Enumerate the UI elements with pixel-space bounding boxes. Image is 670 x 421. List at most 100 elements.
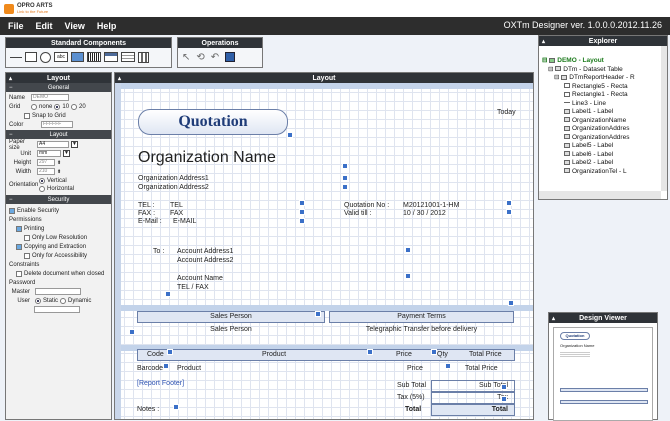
collapse-icon[interactable]: ▴	[118, 75, 121, 82]
menu-file[interactable]: File	[0, 21, 30, 31]
barcode-icon[interactable]	[87, 52, 101, 62]
fax-value: FAX	[170, 210, 184, 217]
resize-handle[interactable]	[508, 300, 514, 306]
resize-handle[interactable]	[431, 349, 437, 355]
name-input[interactable]: DEMO	[31, 94, 69, 101]
resize-handle[interactable]	[405, 273, 411, 279]
resize-handle[interactable]	[501, 384, 507, 390]
chevron-down-icon[interactable]: ▼	[63, 150, 70, 157]
tree-item[interactable]: Line3 - Line	[542, 100, 664, 109]
resize-handle[interactable]	[342, 184, 348, 190]
tree-item[interactable]: OrganizationAddres	[542, 125, 664, 134]
line-icon[interactable]	[10, 56, 22, 58]
resize-handle[interactable]	[299, 200, 305, 206]
resize-handle[interactable]	[342, 163, 348, 169]
accessibility-checkbox[interactable]	[24, 252, 30, 259]
tree-item[interactable]: ⊟ DEMO - Layout	[542, 57, 664, 66]
explorer-hscrollbar[interactable]	[539, 191, 661, 199]
snap-checkbox[interactable]	[24, 112, 30, 119]
resize-handle[interactable]	[342, 175, 348, 181]
height-input[interactable]: 297	[37, 159, 55, 166]
low-res-checkbox[interactable]	[24, 234, 30, 241]
resize-handle[interactable]	[287, 132, 293, 138]
resize-handle[interactable]	[506, 209, 512, 215]
grid-none-radio[interactable]	[31, 103, 37, 110]
resize-handle[interactable]	[167, 349, 173, 355]
image-icon[interactable]	[71, 52, 84, 62]
undo-icon[interactable]: ↶	[211, 52, 219, 63]
height-row: Height 297 ⬍	[6, 158, 111, 167]
menu-help[interactable]: Help	[91, 21, 123, 31]
unit-select[interactable]: mm	[37, 150, 61, 157]
resize-handle[interactable]	[299, 218, 305, 224]
spinner-icon[interactable]: ⬍	[57, 160, 61, 166]
section-layout[interactable]: − Layout	[6, 130, 111, 139]
pointer-icon[interactable]: ↖	[182, 52, 190, 63]
tree-item[interactable]: Label1 - Label	[542, 108, 664, 117]
ellipse-icon[interactable]	[40, 51, 51, 63]
copying-checkbox[interactable]	[16, 243, 22, 250]
user-password-input[interactable]	[34, 306, 80, 313]
delete-checkbox[interactable]	[16, 270, 22, 277]
menu-edit[interactable]: Edit	[30, 21, 59, 31]
grid-10-radio[interactable]	[54, 103, 61, 110]
quotation-title-box[interactable]: Quotation	[138, 109, 288, 135]
label-icon[interactable]: abc	[54, 52, 68, 62]
paper-size-select[interactable]: A4	[37, 141, 69, 148]
collapse-icon[interactable]: ▴	[542, 38, 545, 45]
tree-item[interactable]: ⊟ DTm - Dataset Table	[542, 66, 664, 75]
tree-item[interactable]: Label5 - Label	[542, 142, 664, 151]
tree-item[interactable]: OrganizationName	[542, 117, 664, 126]
tree-item[interactable]: ⊟ DTmReportHeader - R	[542, 74, 664, 83]
resize-handle[interactable]	[129, 329, 135, 335]
resize-handle[interactable]	[367, 349, 373, 355]
resize-handle[interactable]	[445, 363, 451, 369]
explorer-scrollbar[interactable]	[661, 46, 667, 191]
collapse-icon[interactable]: ▴	[9, 75, 12, 82]
col-code: Code	[147, 351, 164, 358]
design-canvas[interactable]: Quotation Today Organization Name Organi…	[115, 83, 533, 419]
resize-handle[interactable]	[163, 363, 169, 369]
report-header-band[interactable]	[121, 83, 533, 89]
section-security[interactable]: − Security	[6, 195, 111, 204]
width-input[interactable]: 210	[37, 168, 55, 175]
static-radio[interactable]	[35, 297, 41, 304]
horizontal-radio[interactable]	[39, 186, 45, 192]
sales-person-value: Sales Person	[210, 326, 252, 333]
tree-item[interactable]: OrganizationTel - L	[542, 168, 664, 177]
resize-handle[interactable]	[501, 396, 507, 402]
vertical-radio[interactable]	[39, 178, 45, 184]
chevron-down-icon[interactable]: ▼	[71, 141, 78, 148]
tree-item[interactable]: Label2 - Label	[542, 159, 664, 168]
tree-item[interactable]: OrganizationAddres	[542, 134, 664, 143]
design-thumbnail[interactable]: Quotation Organization Name	[553, 327, 653, 421]
enable-security-row: Enable Security	[6, 206, 111, 215]
chart-icon[interactable]	[138, 51, 149, 63]
dynamic-radio[interactable]	[60, 297, 67, 304]
resize-handle[interactable]	[506, 200, 512, 206]
rectangle-icon[interactable]	[25, 52, 37, 62]
printing-checkbox[interactable]	[16, 225, 22, 232]
save-icon[interactable]	[225, 52, 236, 62]
enable-security-checkbox[interactable]	[9, 207, 15, 214]
resize-handle[interactable]	[165, 291, 171, 297]
spinner-icon[interactable]: ⬍	[57, 169, 61, 175]
resize-handle[interactable]	[405, 247, 411, 253]
grid-20-radio[interactable]	[71, 103, 78, 110]
section-general[interactable]: − General	[6, 83, 111, 92]
tree-item[interactable]: Rectangle5 - Recta	[542, 83, 664, 92]
collapse-icon[interactable]: ▴	[552, 315, 555, 322]
field-icon[interactable]	[121, 52, 135, 62]
rotate-icon[interactable]: ⟲	[196, 52, 204, 63]
resize-handle[interactable]	[173, 404, 179, 410]
tree-item[interactable]: Rectangle1 - Recta	[542, 91, 664, 100]
resize-handle[interactable]	[315, 311, 321, 317]
color-input[interactable]: FFFFFF	[41, 121, 73, 128]
height-label: Height	[13, 159, 31, 166]
table-header[interactable]	[137, 349, 515, 361]
master-password-input[interactable]	[35, 288, 81, 295]
menu-view[interactable]: View	[59, 21, 91, 31]
table-icon[interactable]	[104, 52, 118, 62]
tree-item[interactable]: Label6 - Label	[542, 151, 664, 160]
resize-handle[interactable]	[299, 209, 305, 215]
